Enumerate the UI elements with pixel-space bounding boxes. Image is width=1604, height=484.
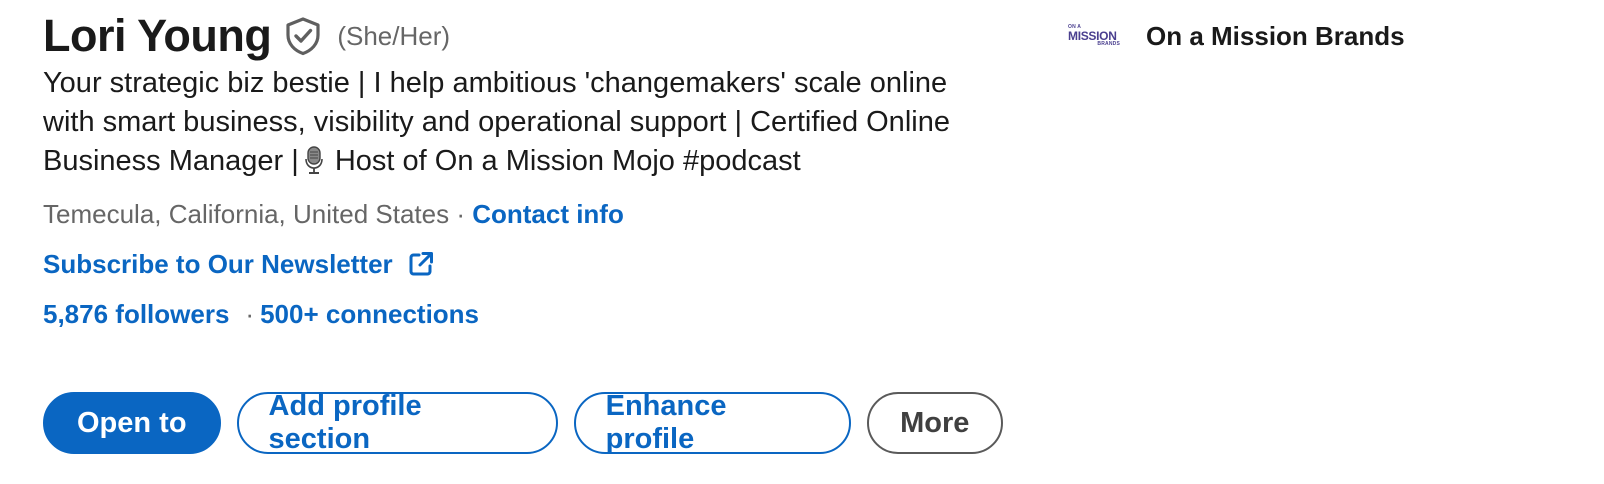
profile-headline: Your strategic biz bestie | I help ambit… [43, 64, 983, 181]
company-logo-tiny-text: BRANDS [1097, 41, 1120, 47]
current-company[interactable]: ON A MISSION BRANDS On a Mission Brands [1068, 14, 1405, 58]
headline-text-end: Host of On a Mission Mojo #podcast [326, 145, 801, 177]
followers-link[interactable]: 5,876 followers [43, 299, 229, 330]
profile-actions: Open to Add profile section Enhance prof… [43, 390, 1003, 455]
network-stats: 5,876 followers · 500+ connections [43, 296, 1003, 332]
stats-separator: · [245, 298, 255, 329]
profile-name: Lori Young [43, 10, 272, 61]
pronouns: (She/Her) [337, 20, 451, 51]
company-name[interactable]: On a Mission Brands [1146, 21, 1405, 52]
location-row: Temecula, California, United States · Co… [43, 196, 1003, 232]
verified-shield-icon[interactable] [283, 16, 323, 56]
connections-link[interactable]: 500+ connections [260, 299, 479, 330]
external-link-icon[interactable] [407, 250, 435, 278]
location-text: Temecula, California, United States [43, 199, 450, 229]
open-to-button[interactable]: Open to [43, 392, 221, 454]
newsletter-link[interactable]: Subscribe to Our Newsletter [43, 249, 393, 280]
add-profile-section-button[interactable]: Add profile section [236, 390, 558, 455]
profile-intro: Lori Young (She/Her) Your strategic biz … [43, 0, 1003, 455]
enhance-profile-button[interactable]: Enhance profile [573, 390, 851, 455]
newsletter-row: Subscribe to Our Newsletter [43, 246, 1003, 282]
microphone-icon [303, 145, 325, 175]
location-separator: · [449, 199, 473, 229]
name-row: Lori Young (She/Her) [43, 0, 1003, 72]
contact-info-link[interactable]: Contact info [472, 199, 624, 229]
more-button[interactable]: More [866, 392, 1003, 454]
company-logo: ON A MISSION BRANDS [1068, 24, 1124, 48]
